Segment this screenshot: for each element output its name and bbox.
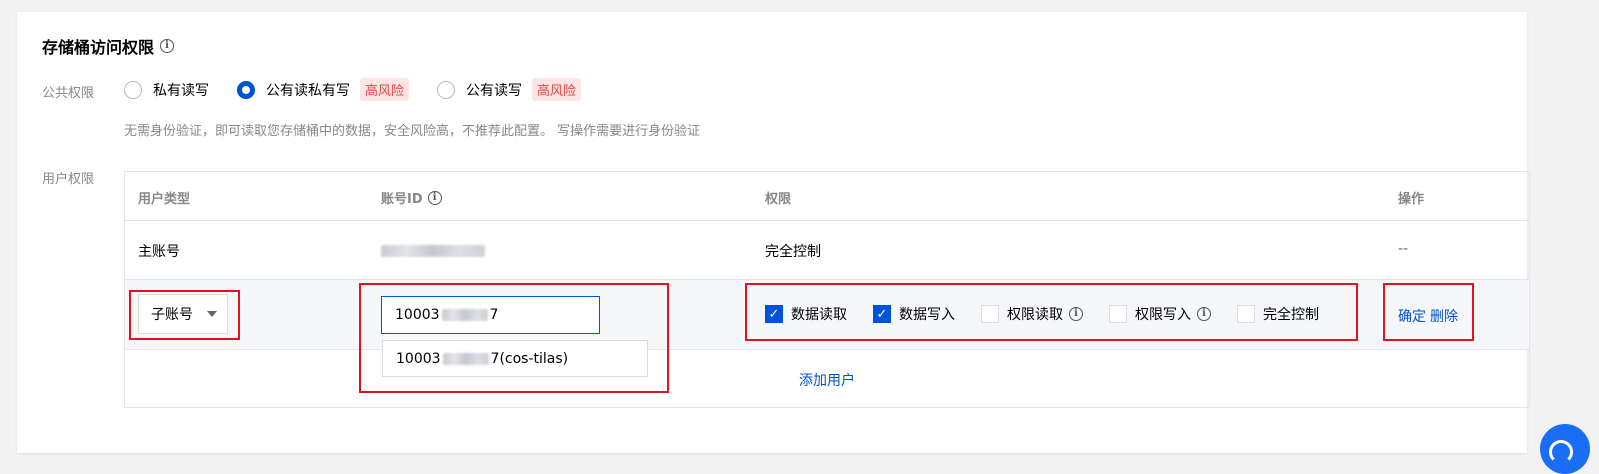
table-header: 用户类型 账号ID i 权限 操作 [125, 172, 1529, 221]
main-account-id-blurred [381, 245, 485, 257]
support-float-button[interactable] [1540, 424, 1590, 474]
section-title-text: 存储桶访问权限 [42, 38, 155, 57]
info-circle-icon[interactable]: i [160, 39, 175, 53]
col-account-id: 账号ID i [381, 188, 442, 207]
suggestion-blurred [442, 352, 489, 365]
checkbox-data-read[interactable]: ✓ 数据读取 [765, 304, 847, 324]
public-access-radio-group: 私有读写 公有读私有写 高风险 公有读写 高风险 [124, 78, 609, 101]
account-id-blurred [441, 309, 488, 321]
high-risk-badge: 高风险 [360, 78, 410, 101]
user-permission-table: 用户类型 账号ID i 权限 操作 主账号 完全控制 -- 子账号 10003 [124, 171, 1530, 408]
info-circle-icon[interactable]: i [1197, 307, 1211, 321]
checkbox[interactable] [981, 305, 999, 323]
checkbox-label: 数据读取 [791, 307, 847, 323]
checkbox-acl-write[interactable]: 权限写入 i [1109, 304, 1211, 324]
checkbox[interactable] [1237, 305, 1255, 323]
add-user-link[interactable]: 添加用户 [799, 370, 855, 390]
radio-public-read-private-write[interactable]: 公有读私有写 高风险 [237, 78, 410, 101]
public-access-description: 无需身份验证，即可读取您存储桶中的数据，安全风险高，不推荐此配置。 写操作需要进… [124, 124, 701, 139]
account-suggestion-item[interactable]: 10003 7(cos-tilas) [382, 340, 648, 377]
radio-public-read-write[interactable]: 公有读写 高风险 [437, 78, 582, 101]
checkbox-label: 权限读取 [1007, 307, 1063, 323]
checkbox-label: 权限写入 [1135, 307, 1191, 323]
col-action: 操作 [1398, 192, 1425, 207]
section-title: 存储桶访问权限 i [42, 34, 175, 58]
radio-label: 公有读私有写 [266, 82, 350, 99]
radio-label: 公有读写 [466, 82, 523, 99]
info-circle-icon[interactable]: i [427, 190, 442, 205]
checkbox-label: 数据写入 [899, 307, 955, 323]
checkbox-label: 完全控制 [1263, 307, 1319, 323]
radio-circle[interactable] [124, 80, 142, 99]
add-user-row: 添加用户 [125, 350, 1529, 407]
col-permission: 权限 [765, 192, 792, 207]
suggestion-prefix: 10003 [396, 350, 441, 367]
radio-label: 私有读写 [153, 82, 209, 99]
account-id-prefix: 10003 [395, 307, 440, 323]
checkbox[interactable] [1109, 305, 1127, 323]
radio-circle[interactable] [437, 80, 456, 99]
confirm-link[interactable]: 确定 [1398, 306, 1426, 326]
table-row: 主账号 完全控制 -- [125, 221, 1529, 280]
main-account-action: -- [1398, 241, 1409, 257]
user-type-select-value: 子账号 [151, 307, 193, 323]
table-row-editing: 子账号 10003 7 10003 7(cos-tilas) ✓ 数据读取 ✓ … [125, 280, 1529, 393]
checkbox-full-control[interactable]: 完全控制 [1237, 304, 1319, 324]
radio-circle-checked[interactable] [237, 80, 255, 99]
public-access-label: 公共权限 [42, 86, 95, 101]
col-account-id-label: 账号ID [381, 192, 423, 207]
headset-icon [1549, 440, 1573, 464]
high-risk-badge: 高风险 [532, 78, 582, 101]
col-user-type: 用户类型 [138, 192, 191, 207]
account-id-input[interactable]: 10003 7 [381, 296, 600, 334]
info-circle-icon[interactable]: i [1069, 307, 1083, 321]
user-type-select[interactable]: 子账号 [138, 294, 228, 334]
checkbox-data-write[interactable]: ✓ 数据写入 [873, 304, 955, 324]
delete-link[interactable]: 删除 [1430, 306, 1458, 326]
radio-private-read-write[interactable]: 私有读写 [124, 80, 209, 100]
checkbox-checked[interactable]: ✓ [873, 305, 891, 323]
main-account-type: 主账号 [138, 244, 180, 260]
main-account-permission: 完全控制 [765, 244, 821, 260]
chevron-down-icon [207, 311, 217, 317]
suggestion-suffix: 7(cos-tilas) [490, 350, 569, 367]
checkbox-checked[interactable]: ✓ [765, 305, 783, 323]
row-actions: 确定 删除 [1398, 306, 1458, 326]
bucket-access-card: 存储桶访问权限 i 公共权限 私有读写 公有读私有写 高风险 公有读写 高风险 … [17, 12, 1530, 453]
user-access-label: 用户权限 [42, 172, 95, 187]
permission-checkboxes: ✓ 数据读取 ✓ 数据写入 权限读取 i 权限写入 i 完全控制 [765, 304, 1319, 324]
account-id-suffix: 7 [489, 307, 499, 323]
checkbox-acl-read[interactable]: 权限读取 i [981, 304, 1083, 324]
